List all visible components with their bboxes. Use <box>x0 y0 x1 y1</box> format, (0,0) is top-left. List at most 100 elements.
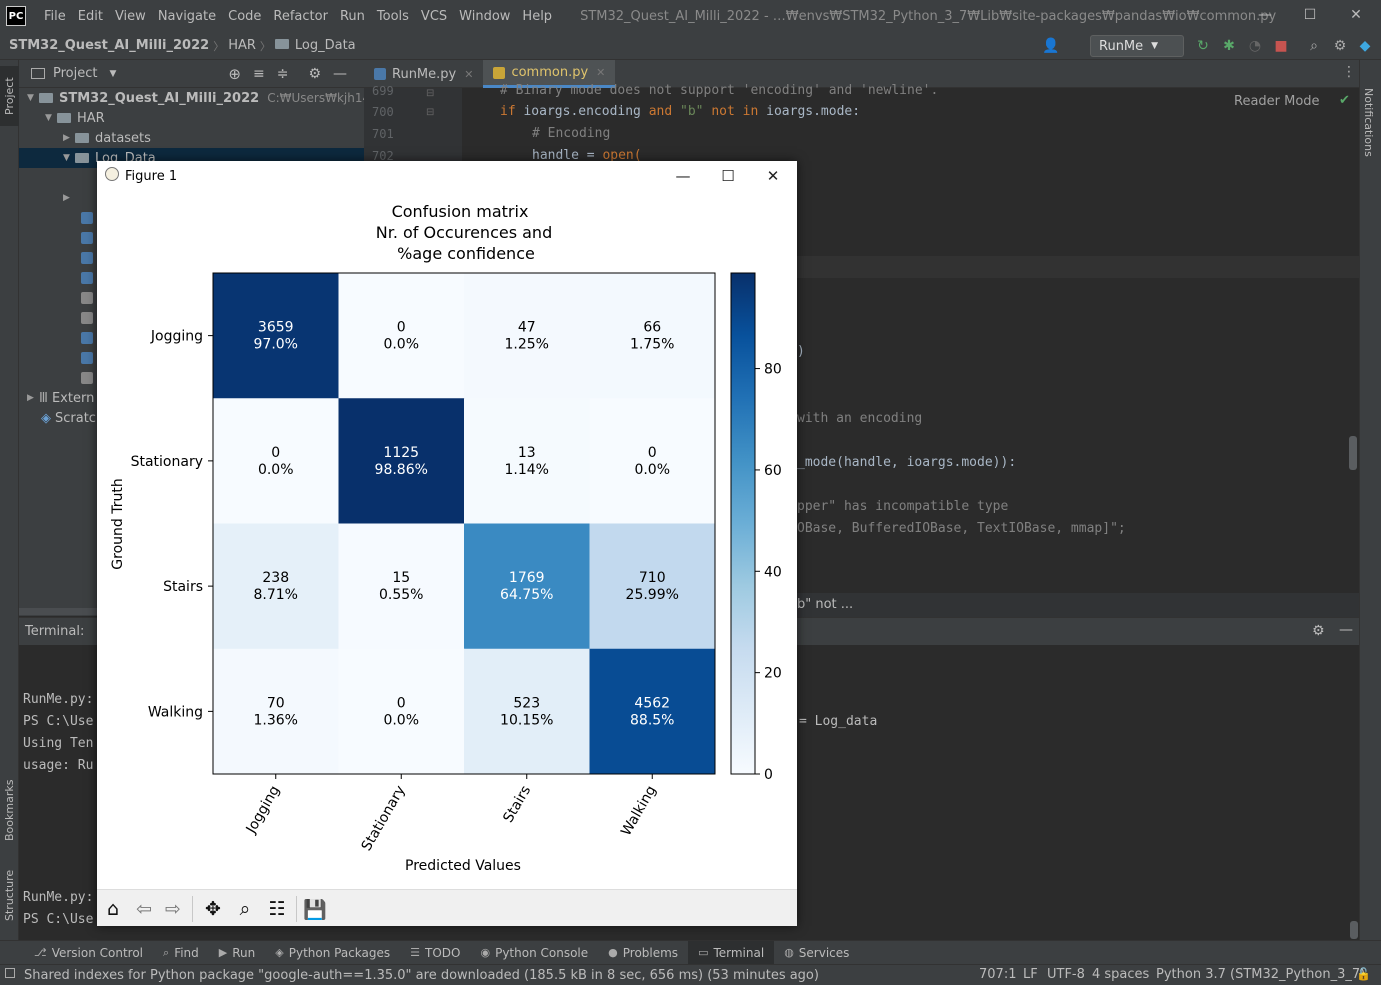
menu-file[interactable]: File <box>40 9 74 24</box>
python-file-icon <box>493 66 506 79</box>
tree-item-root[interactable]: ▼ STM32_Quest_AI_Milli_2022 C:₩Users₩kjh… <box>27 88 391 108</box>
menu-edit[interactable]: Edit <box>74 9 111 24</box>
menu-navigate[interactable]: Navigate <box>154 9 224 24</box>
close-tab-icon[interactable]: ✕ <box>596 66 605 79</box>
maximize-icon[interactable]: ☐ <box>1290 4 1330 26</box>
tool-tab-find[interactable]: ⌕ Find <box>153 941 209 965</box>
hide-terminal-icon[interactable]: — <box>1339 622 1353 638</box>
inspection-ok-icon[interactable]: ✔ <box>1339 93 1350 108</box>
cell-percent-label: 0.0% <box>383 712 419 728</box>
save-icon[interactable]: 💾 <box>301 895 329 923</box>
menu-tools[interactable]: Tools <box>373 9 417 24</box>
find-icon: ⌕ <box>163 945 170 959</box>
coverage-icon[interactable]: ◔ <box>1247 38 1263 54</box>
editor-scrollbar-thumb[interactable] <box>1349 436 1357 470</box>
breadcrumb-log-data[interactable]: Log_Data <box>271 38 360 53</box>
terminal-options-gear-icon[interactable]: ⚙ <box>1312 623 1325 639</box>
status-interpreter[interactable]: Python 3.7 (STM32_Python_3_7) <box>1156 967 1365 982</box>
cell-percent-label: 8.71% <box>254 587 298 603</box>
tool-tab-problems[interactable]: ● Problems <box>598 941 688 965</box>
status-encoding[interactable]: UTF-8 <box>1047 967 1085 982</box>
debug-icon[interactable]: ✱ <box>1221 38 1237 54</box>
tool-tab-todo[interactable]: ☰ TODO <box>400 941 470 965</box>
close-icon[interactable]: ✕ <box>1336 4 1376 26</box>
forward-icon[interactable]: ⇨ <box>159 895 187 923</box>
editor-breadcrumb[interactable]: b" not ... <box>797 597 853 612</box>
menu-refactor[interactable]: Refactor <box>269 9 336 24</box>
search-icon[interactable]: ⌕ <box>1306 38 1322 54</box>
run-icon: ▶ <box>218 946 228 959</box>
terminal-scrollbar-thumb[interactable] <box>1350 921 1358 939</box>
figure-minimize-icon[interactable]: — <box>668 165 698 187</box>
user-icon[interactable]: 👤 <box>1042 38 1059 54</box>
tool-tab-services[interactable]: ◍ Services <box>774 941 859 965</box>
menu-run[interactable]: Run <box>336 9 373 24</box>
back-icon[interactable]: ⇦ <box>130 895 158 923</box>
menu-code[interactable]: Code <box>224 9 269 24</box>
tool-window-structure-tab[interactable]: Structure <box>0 860 19 930</box>
x-tick-label: Stairs <box>500 783 534 826</box>
status-message[interactable]: Shared indexes for Python package "googl… <box>24 968 819 983</box>
settings-gear-icon[interactable]: ⚙ <box>1332 38 1348 54</box>
menu-window[interactable]: Window <box>455 9 518 24</box>
hide-icon[interactable]: — <box>333 66 347 82</box>
folder-icon <box>274 39 289 49</box>
breadcrumb-har[interactable]: HAR <box>224 38 260 53</box>
tool-tab-run[interactable]: ▶ Run <box>209 941 265 965</box>
stop-icon[interactable]: ■ <box>1273 38 1289 54</box>
code-token: ioargs.encoding <box>515 104 649 119</box>
figure-canvas[interactable]: Confusion matrix Nr. of Occurences and %… <box>97 191 797 889</box>
navigation-bar: STM32_Quest_AI_Milli_2022 〉 HAR 〉 Log_Da… <box>0 32 1381 60</box>
tree-item-collapsed-folder[interactable]: ▶ <box>63 188 75 208</box>
chevron-right-icon: ▶ <box>63 193 70 203</box>
tool-tab-python-packages[interactable]: ◈ Python Packages <box>265 941 400 965</box>
status-indent[interactable]: 4 spaces <box>1092 967 1149 982</box>
lock-icon[interactable]: 🔓 <box>1356 967 1371 981</box>
tree-item-scratches[interactable]: ◈ Scratc <box>41 408 96 428</box>
status-caret-position[interactable]: 707:1 <box>979 967 1016 982</box>
tool-tab-version-control[interactable]: ⎇ Version Control <box>24 941 153 965</box>
menu-vcs[interactable]: VCS <box>417 9 455 24</box>
toggle-tool-windows-icon[interactable] <box>5 968 15 978</box>
tool-tab-python-console[interactable]: ◉ Python Console <box>470 941 598 965</box>
tool-window-bookmarks-tab[interactable]: Bookmarks <box>0 770 19 850</box>
run-configuration-select[interactable]: RunMe ▼ <box>1090 35 1184 57</box>
figure-close-icon[interactable]: ✕ <box>758 165 788 187</box>
cell-count-label: 0 <box>648 445 657 461</box>
chevron-down-icon[interactable]: ▼ <box>109 69 116 79</box>
folder-icon <box>57 113 71 123</box>
home-icon[interactable]: ⌂ <box>99 895 127 923</box>
minimize-icon[interactable]: — <box>1245 4 1285 26</box>
configure-icon[interactable]: ☷ <box>263 895 291 923</box>
pan-icon[interactable]: ✥ <box>199 895 227 923</box>
status-line-separator[interactable]: LF <box>1023 967 1038 982</box>
tree-item-datasets[interactable]: ▶ datasets <box>63 128 151 148</box>
tree-item-har[interactable]: ▼ HAR <box>45 108 105 128</box>
cell-count-label: 13 <box>518 445 536 461</box>
options-gear-icon[interactable]: ⚙ <box>308 66 321 82</box>
close-tab-icon[interactable]: ✕ <box>464 68 473 81</box>
fold-icon[interactable]: ⊟ <box>426 88 434 99</box>
figure-maximize-icon[interactable]: ☐ <box>713 165 743 187</box>
rerun-icon[interactable]: ↻ <box>1195 38 1211 54</box>
menu-view[interactable]: View <box>111 9 154 24</box>
expand-all-icon[interactable]: ≡ <box>253 66 265 82</box>
tool-tab-label: Version Control <box>51 945 144 960</box>
tab-runme-label: RunMe.py <box>392 66 457 82</box>
tool-window-project-tab[interactable]: Project <box>0 66 19 126</box>
collapse-all-icon[interactable]: ≑ <box>277 66 289 82</box>
tool-window-notifications-tab[interactable]: Notifications <box>1362 88 1375 188</box>
right-tool-stripe: Notifications <box>1359 60 1381 940</box>
locate-icon[interactable]: ⊕ <box>228 65 241 83</box>
fold-icon[interactable]: ⊟ <box>426 107 434 118</box>
project-header-label[interactable]: Project <box>53 66 97 81</box>
zoom-icon[interactable]: ⌕ <box>231 895 259 923</box>
terminal-icon: ▭ <box>698 946 709 959</box>
reader-mode-toggle[interactable]: Reader Mode <box>1234 94 1320 109</box>
tree-item-external-libraries[interactable]: ▶ Ⅲ Extern <box>27 388 94 408</box>
more-options-icon[interactable]: ⋮ <box>1342 64 1356 80</box>
breadcrumb-project[interactable]: STM32_Quest_AI_Milli_2022 <box>0 38 213 53</box>
updates-icon[interactable]: ◆ <box>1357 38 1373 54</box>
tool-tab-terminal[interactable]: ▭ Terminal <box>688 940 775 965</box>
menu-help[interactable]: Help <box>518 9 560 24</box>
